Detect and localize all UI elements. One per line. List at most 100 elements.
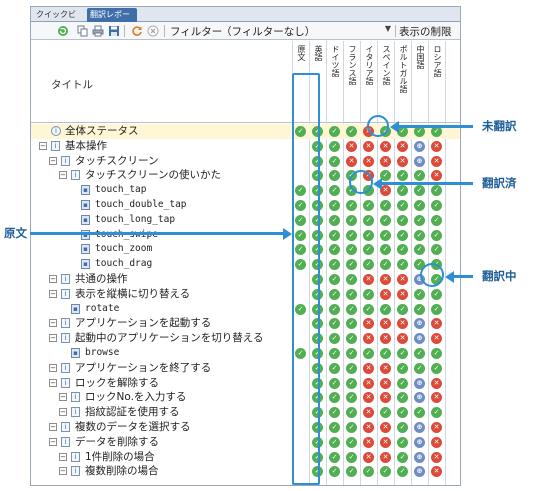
status-cell: ✓: [343, 464, 360, 479]
title-column-header[interactable]: タイトル: [51, 77, 93, 92]
status-cell: ✕: [360, 139, 377, 154]
status-cell: ✓: [326, 139, 343, 154]
collapse-toggle-icon[interactable]: −: [49, 363, 57, 372]
translated-status-icon: ✓: [380, 407, 391, 419]
untranslated-status-icon: ✕: [380, 436, 391, 448]
table-row[interactable]: ▪ touch_double_tap ✓ ✓ ✓ ✓ ✓ ✓ ✓ ✓ ✓: [31, 198, 460, 213]
translated-status-icon: ✓: [397, 244, 408, 256]
table-row[interactable]: ▪ touch_long_tap ✓ ✓ ✓ ✓ ✓ ✓ ✓ ✓ ✓: [31, 213, 460, 228]
collapse-toggle-icon[interactable]: −: [39, 141, 47, 150]
status-cell: ✕: [377, 450, 394, 465]
translated-status-icon: ✓: [363, 229, 374, 241]
table-row[interactable]: ▪ rotate ✓ ✓ ✓ ✓ ✓ ✓ ✓ ✓ ✓: [31, 302, 460, 317]
image-icon: ▪: [81, 244, 90, 255]
collapse-toggle-icon[interactable]: −: [59, 452, 67, 461]
table-row[interactable]: − i アプリケーションを終了する ✓ ✓ ✓ ✕ ✕ ✓ ✓ ✓: [31, 361, 460, 376]
filter-label: フィルター: [170, 26, 223, 38]
table-row[interactable]: − i ロックNo.を入力する ✓ ✓ ✓ ✕ ✕ ✓ ⊕ ✕: [31, 390, 460, 405]
in-progress-arrow-head: [445, 270, 454, 283]
print-icon[interactable]: [92, 25, 104, 37]
translated-status-icon: ✓: [346, 259, 357, 271]
row-title: タッチスクリーン: [75, 154, 159, 167]
refresh-icon[interactable]: [57, 25, 69, 37]
status-cell: ✓: [343, 450, 360, 465]
table-row[interactable]: ▪ touch_drag ✓ ✓ ✓ ✓ ✓ ✓ ✓ ✓ ✓: [31, 257, 460, 272]
column-header-3[interactable]: フランス語: [343, 41, 360, 123]
reload-icon[interactable]: [131, 25, 143, 37]
table-row[interactable]: − i データを削除する ✓ ✓ ✓ ✕ ✕ ✓ ⊕ ✕: [31, 435, 460, 450]
collapse-toggle-icon[interactable]: −: [49, 289, 57, 298]
column-header-label: フランス語: [348, 45, 357, 85]
cancel-icon[interactable]: [147, 25, 159, 37]
column-header-label: ドイツ語: [331, 45, 340, 77]
translated-status-icon: ✓: [397, 466, 408, 478]
untranslated-highlight: [367, 115, 389, 137]
column-header-8[interactable]: ロシア語: [428, 41, 445, 123]
translated-status-icon: ✓: [329, 377, 340, 389]
tab-quick-view[interactable]: クイックビュー: [33, 8, 85, 32]
table-row[interactable]: − i 基本操作 ✓ ✓ ✕ ✕ ✕ ✕ ⊕ ✕: [31, 139, 460, 154]
collapse-toggle-icon[interactable]: −: [49, 275, 57, 283]
status-cell: ✓: [394, 168, 411, 183]
untranslated-arrow-head: [390, 120, 399, 133]
table-row[interactable]: − i 指紋認証を使用する ✓ ✓ ✓ ✕ ✓ ✓ ✓ ✓: [31, 405, 460, 420]
table-row[interactable]: − i タッチスクリーン ✓ ✓ ✕ ✕ ✕ ✕ ⊕ ✕: [31, 154, 460, 169]
table-row[interactable]: − i タッチスクリーンの使いかた ✓ ✓ ✓ ✕ ✓ ✓ ✓ ✕: [31, 168, 460, 183]
table-row[interactable]: − i 起動中のアプリケーションを切り替える ✓ ✓ ✓ ✕ ✕ ✕ ⊕ ✕: [31, 331, 460, 346]
collapse-toggle-icon[interactable]: −: [49, 156, 57, 165]
tab-translation-report[interactable]: 翻訳レポート: [87, 8, 137, 32]
status-cell: ⊕: [411, 316, 428, 331]
display-limit-button[interactable]: 表示の制限: [399, 24, 452, 39]
untranslated-status-icon: ✕: [363, 436, 374, 448]
status-cell: ✓: [428, 361, 445, 376]
column-header-5[interactable]: スペイン語: [377, 41, 394, 123]
table-row[interactable]: ▪ touch_tap ✓ ✓ ✓ ✓ ✓ ✕ ✓ ✓ ✓: [31, 183, 460, 198]
status-cell: ✕: [377, 361, 394, 376]
filter-value: （フィルターなし）: [221, 26, 316, 38]
table-row[interactable]: − i アプリケーションを起動する ✓ ✓ ✓ ✕ ✕ ✕ ⊕ ✕: [31, 316, 460, 331]
in-progress-status-icon: ⊕: [414, 451, 425, 463]
translated-status-icon: ✓: [414, 185, 425, 197]
translated-status-icon: ✓: [397, 422, 408, 433]
row-title: browse: [85, 347, 120, 358]
toolbar: フィルター （フィルターなし） ▼ 表示の制限: [31, 22, 460, 40]
column-header-6[interactable]: ポルトガル語: [394, 41, 411, 123]
in-progress-status-icon: ⊕: [414, 466, 425, 478]
page-icon: i: [61, 362, 70, 373]
copy-icon[interactable]: [77, 25, 89, 37]
untranslated-status-icon: ✕: [380, 333, 391, 345]
status-cell: ✕: [377, 420, 394, 435]
column-header-4[interactable]: イタリア語: [360, 41, 377, 123]
translated-status-icon: ✓: [414, 214, 425, 226]
table-row[interactable]: − i 複数削除の場合 ✓ ✓ ✓ ✓ ✓ ✓ ⊕ ✕: [31, 464, 460, 479]
translated-status-icon: ✓: [431, 407, 442, 419]
column-header-2[interactable]: ドイツ語: [326, 41, 343, 123]
collapse-toggle-icon[interactable]: −: [49, 319, 57, 328]
table-row[interactable]: − i 1件削除の場合 ✓ ✓ ✓ ✕ ✕ ✓ ⊕ ✕: [31, 450, 460, 465]
collapse-toggle-icon[interactable]: −: [59, 467, 67, 476]
table-row[interactable]: − i ロックを解除する ✓ ✓ ✓ ✕ ✕ ✓ ⊕ ✕: [31, 376, 460, 391]
untranslated-status-icon: ✕: [346, 155, 357, 167]
collapse-toggle-icon[interactable]: −: [59, 393, 67, 402]
translated-status-icon: ✓: [346, 126, 357, 137]
row-title: touch_long_tap: [95, 213, 176, 225]
collapse-toggle-icon[interactable]: −: [49, 423, 57, 431]
collapse-toggle-icon[interactable]: −: [49, 437, 57, 446]
translated-status-icon: ✓: [397, 392, 408, 404]
collapse-toggle-icon[interactable]: −: [59, 171, 67, 180]
save-icon[interactable]: [108, 25, 120, 37]
table-row[interactable]: − i 複数のデータを選択する ✓ ✓ ✓ ✕ ✕ ✓ ⊕ ✕: [31, 420, 460, 435]
table-row[interactable]: − i 表示を縦横に切り替える ✓ ✓ ✓ ✓ ✕ ✕ ✓ ✓: [31, 287, 460, 302]
collapse-toggle-icon[interactable]: −: [49, 334, 57, 343]
translated-status-icon: ✓: [363, 348, 374, 359]
collapse-toggle-icon[interactable]: −: [49, 378, 57, 387]
column-header-7[interactable]: 中国語: [411, 41, 428, 123]
collapse-toggle-icon[interactable]: −: [59, 408, 67, 417]
status-cell: ✓: [394, 228, 411, 243]
table-row[interactable]: − i 共通の操作 ✓ ✓ ✓ ✕ ✕ ✕ ⊕ ✓: [31, 272, 460, 287]
table-row[interactable]: ▪ browse ✓ ✓ ✓ ✓ ✓ ✓ ✓ ✓ ✓: [31, 346, 460, 361]
table-row[interactable]: ▪ touch_zoom ✓ ✓ ✓ ✓ ✓ ✓ ✓ ✓ ✓: [31, 242, 460, 257]
translated-status-icon: ✓: [414, 229, 425, 241]
filter-select[interactable]: （フィルターなし） ▼: [221, 24, 393, 38]
status-cell: ✓: [428, 183, 445, 198]
